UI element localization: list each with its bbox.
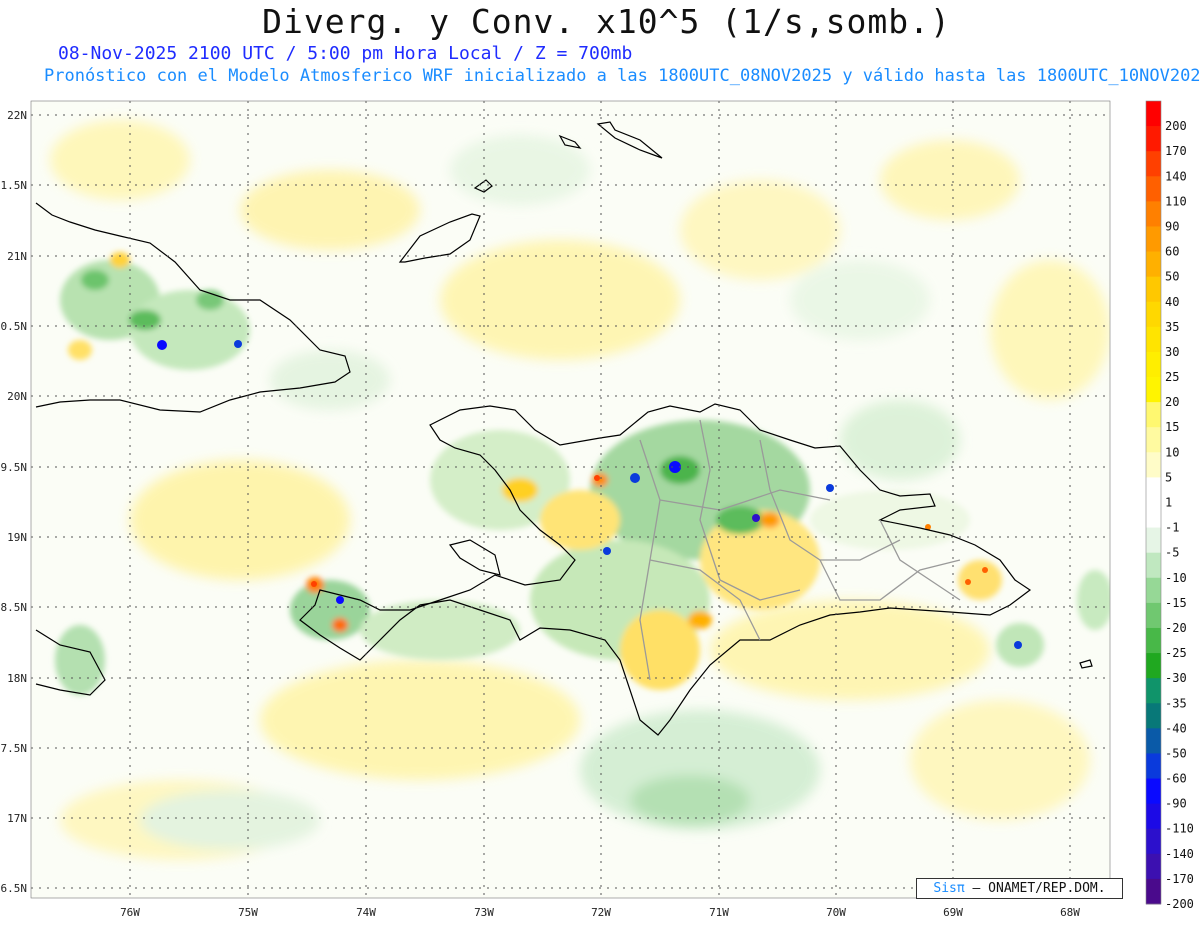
lat-label: 7.5N — [1, 742, 28, 755]
colorbar-label: -35 — [1165, 696, 1187, 710]
lat-label: 22N — [7, 109, 27, 122]
colorbar-swatch — [1146, 828, 1161, 855]
lat-label: 9.5N — [1, 461, 28, 474]
colorbar-label: 60 — [1165, 245, 1179, 259]
colorbar-label: 50 — [1165, 270, 1179, 284]
lat-label: 8.5N — [1, 601, 28, 614]
colorbar-label: 1 — [1165, 496, 1172, 510]
colorbar-swatch — [1146, 126, 1161, 152]
lat-label: 21N — [7, 250, 27, 263]
colorbar-label: 25 — [1165, 370, 1179, 384]
lat-label: 19N — [7, 531, 27, 544]
colorbar-label: 10 — [1165, 445, 1179, 459]
colorbar-swatch — [1146, 176, 1161, 202]
colorbar-swatch — [1146, 151, 1161, 177]
colorbar-label: 5 — [1165, 470, 1172, 484]
colorbar-swatch — [1146, 502, 1161, 528]
lon-label: 69W — [943, 906, 963, 919]
lat-label: 0.5N — [1, 320, 28, 333]
colorbar-label: -170 — [1165, 872, 1194, 886]
colorbar-swatch — [1146, 101, 1161, 127]
lat-label: 1.5N — [1, 179, 28, 192]
credit-brand: Sisπ — [933, 881, 965, 896]
credit-box: Sisπ – ONAMET/REP.DOM. — [916, 878, 1123, 899]
colorbar: 200 170 140 110 90 60 50 40 35 30 25 20 15 10 5 1 -1 -5 -1… — [1145, 100, 1194, 911]
colorbar-swatch — [1146, 878, 1161, 905]
colorbar-label: -10 — [1165, 571, 1187, 585]
colorbar-swatch — [1146, 301, 1161, 328]
colorbar-swatch — [1146, 753, 1161, 779]
colorbar-label: -90 — [1165, 797, 1187, 811]
colorbar-swatch — [1146, 803, 1161, 830]
colorbar-label: 20 — [1165, 395, 1179, 409]
colorbar-swatch — [1146, 326, 1161, 353]
colorbar-label: 110 — [1165, 194, 1187, 208]
colorbar-swatch — [1146, 351, 1161, 378]
colorbar-label: -40 — [1165, 721, 1187, 735]
colorbar-label: 40 — [1165, 295, 1179, 309]
colorbar-swatch — [1146, 251, 1161, 278]
colorbar-label: 170 — [1165, 144, 1187, 158]
lat-label: 20N — [7, 390, 27, 403]
colorbar-label: -5 — [1165, 546, 1179, 560]
colorbar-label: -140 — [1165, 847, 1194, 861]
lon-label: 76W — [120, 906, 140, 919]
colorbar-label: -60 — [1165, 772, 1187, 786]
colorbar-label: -1 — [1165, 521, 1179, 535]
colorbar-swatch — [1146, 402, 1161, 428]
lat-label: 18N — [7, 672, 27, 685]
credit-text: – ONAMET/REP.DOM. — [972, 881, 1106, 896]
colorbar-swatch — [1146, 577, 1161, 604]
forecast-map: 22N 1.5N 21N 0.5N 20N 9.5N 19N 8.5N 18N … — [1, 100, 1194, 919]
colorbar-swatch — [1146, 452, 1161, 478]
colorbar-swatch — [1146, 427, 1161, 453]
lon-label: 71W — [709, 906, 729, 919]
colorbar-swatch — [1146, 527, 1161, 554]
colorbar-swatch — [1146, 678, 1161, 704]
colorbar-label: 140 — [1165, 169, 1187, 183]
longitude-labels: 76W 75W 74W 73W 72W 71W 70W 69W 68W — [120, 906, 1080, 919]
colorbar-label: -50 — [1165, 746, 1187, 760]
colorbar-swatch — [1146, 276, 1161, 303]
colorbar-label: -110 — [1165, 822, 1194, 836]
colorbar-swatch — [1146, 728, 1161, 754]
lat-label: 6.5N — [1, 882, 28, 895]
colorbar-label: 90 — [1165, 220, 1179, 234]
colorbar-label: -200 — [1165, 897, 1194, 911]
colorbar-swatch — [1146, 552, 1161, 579]
colorbar-swatch — [1146, 602, 1161, 629]
lon-label: 68W — [1060, 906, 1080, 919]
lon-label: 74W — [356, 906, 376, 919]
colorbar-swatch — [1146, 778, 1161, 805]
lat-label: 17N — [7, 812, 27, 825]
colorbar-swatch — [1146, 477, 1161, 503]
lon-label: 72W — [591, 906, 611, 919]
colorbar-label: -15 — [1165, 596, 1187, 610]
colorbar-label: 35 — [1165, 320, 1179, 334]
colorbar-label: -30 — [1165, 671, 1187, 685]
latitude-labels: 22N 1.5N 21N 0.5N 20N 9.5N 19N 8.5N 18N … — [1, 109, 28, 895]
lon-label: 73W — [474, 906, 494, 919]
colorbar-label: -25 — [1165, 646, 1187, 660]
colorbar-swatch — [1146, 653, 1161, 679]
colorbar-swatch — [1146, 703, 1161, 729]
colorbar-label: 200 — [1165, 119, 1187, 133]
colorbar-label: 15 — [1165, 420, 1179, 434]
colorbar-label: 30 — [1165, 345, 1179, 359]
lon-label: 70W — [826, 906, 846, 919]
lon-label: 75W — [238, 906, 258, 919]
colorbar-swatch — [1146, 377, 1161, 403]
colorbar-swatch — [1146, 627, 1161, 654]
colorbar-swatch — [1146, 853, 1161, 880]
colorbar-swatch — [1146, 226, 1161, 252]
colorbar-swatch — [1146, 201, 1161, 227]
colorbar-label: -20 — [1165, 621, 1187, 635]
